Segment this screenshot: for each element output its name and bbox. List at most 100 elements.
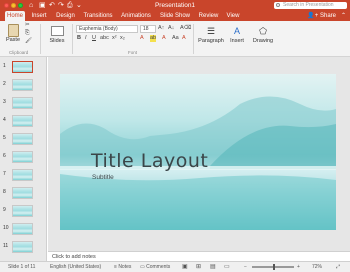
- clipboard-group-label: Clipboard: [9, 50, 29, 55]
- bold-icon[interactable]: B: [77, 35, 81, 42]
- slides-label: Slides: [49, 38, 65, 44]
- slide-thumbnail-1[interactable]: [12, 61, 33, 73]
- zoom-slider-handle[interactable]: [273, 264, 275, 270]
- thumbnail-number: 1: [3, 63, 6, 69]
- cut-icon[interactable]: ✂: [25, 22, 30, 29]
- font-group-label: Font: [128, 50, 138, 55]
- zoom-level[interactable]: 72%: [312, 262, 322, 272]
- clear-formatting-icon[interactable]: A⌫: [180, 25, 191, 32]
- paragraph-button[interactable]: ☰ Paragraph: [197, 24, 225, 44]
- slide-subtitle[interactable]: Subtitle: [92, 174, 114, 181]
- thumbnail-number: 7: [3, 171, 6, 177]
- slide-title[interactable]: Title Layout: [91, 150, 208, 172]
- zoom-out-icon[interactable]: −: [244, 262, 247, 272]
- slide-thumbnails-pane[interactable]: 1 2 3 4 5 6 7 8 9 10 11: [0, 57, 47, 261]
- text-effects-icon[interactable]: A: [140, 35, 144, 42]
- tab-home[interactable]: Home: [5, 11, 25, 21]
- ribbon-separator: [193, 24, 194, 54]
- thumbnail-number: 4: [3, 117, 6, 123]
- search-input[interactable]: Search in Presentation: [274, 2, 347, 9]
- slide-thumbnail-5[interactable]: [12, 133, 33, 145]
- font-name-select[interactable]: Euphemia (Body): [76, 25, 138, 33]
- language-status[interactable]: English (United States): [50, 262, 101, 272]
- highlight-icon[interactable]: ab: [150, 35, 157, 42]
- subscript-icon[interactable]: x₂: [120, 35, 125, 42]
- new-slide-button[interactable]: Slides: [46, 24, 68, 44]
- insert-button[interactable]: A Insert: [228, 24, 246, 44]
- tab-design[interactable]: Design: [54, 11, 77, 21]
- thumbnail-number: 10: [3, 225, 9, 231]
- slide-thumbnail-3[interactable]: [12, 97, 33, 109]
- strikethrough-icon[interactable]: abc: [100, 35, 109, 42]
- notes-button[interactable]: ≡ Notes: [114, 262, 131, 272]
- zoom-in-icon[interactable]: +: [297, 262, 300, 272]
- font-color-red-icon[interactable]: A: [182, 35, 186, 42]
- status-bar: Slide 1 of 11 English (United States) ≡ …: [0, 261, 350, 272]
- paragraph-label: Paragraph: [198, 38, 224, 44]
- ribbon-separator: [40, 24, 41, 54]
- share-button[interactable]: 👤+ Share: [307, 11, 336, 21]
- thumbnail-number: 8: [3, 189, 6, 195]
- thumbnail-number: 2: [3, 81, 6, 87]
- superscript-icon[interactable]: x²: [112, 35, 117, 42]
- slideshow-view-icon[interactable]: ▭: [224, 262, 230, 272]
- slide-thumbnail-9[interactable]: [12, 205, 33, 217]
- thumbnail-number: 5: [3, 135, 6, 141]
- slide-thumbnail-7[interactable]: [12, 169, 33, 181]
- slide-thumbnail-10[interactable]: [12, 223, 33, 235]
- tab-transitions[interactable]: Transitions: [81, 11, 115, 21]
- share-icon: 👤+: [307, 13, 320, 19]
- drawing-button[interactable]: ⬠ Drawing: [251, 24, 275, 44]
- paste-button[interactable]: Paste: [5, 24, 21, 43]
- format-painter-icon[interactable]: 🖌: [25, 38, 32, 45]
- insert-icon: A: [233, 26, 240, 36]
- new-slide-icon: [50, 26, 64, 36]
- paste-label: Paste: [5, 37, 21, 43]
- collapse-ribbon-icon[interactable]: ⌃: [341, 11, 346, 21]
- grow-font-icon[interactable]: A↑: [158, 25, 164, 32]
- paste-icon: [7, 24, 19, 37]
- thumbnail-number: 6: [3, 153, 6, 159]
- notes-pane[interactable]: Click to add notes: [48, 251, 350, 261]
- share-label: Share: [319, 13, 336, 19]
- tab-slide-show[interactable]: Slide Show: [157, 11, 193, 21]
- slide-thumbnail-8[interactable]: [12, 187, 33, 199]
- slide-thumbnail-11[interactable]: [12, 241, 33, 253]
- ribbon-separator: [72, 24, 73, 54]
- thumbnail-number: 9: [3, 207, 6, 213]
- slide-sorter-icon[interactable]: ⊞: [196, 262, 201, 272]
- font-size-select[interactable]: 18: [140, 25, 156, 33]
- thumbnail-number: 3: [3, 99, 6, 105]
- title-bar: ⌂ ▣ ↶ ↷ ⎙ ⌄ Presentation1 Search in Pres…: [0, 0, 350, 11]
- thumbnail-number: 11: [3, 243, 9, 249]
- ribbon: Paste ✂ ⎘ 🖌 Clipboard Slides Euphemia (B…: [0, 21, 350, 57]
- tab-view[interactable]: View: [224, 11, 242, 21]
- italic-icon[interactable]: I: [85, 35, 87, 42]
- change-case-icon[interactable]: Aa: [172, 35, 179, 42]
- search-placeholder: Search in Presentation: [283, 2, 334, 8]
- slide-thumbnail-2[interactable]: [12, 79, 33, 91]
- normal-view-icon[interactable]: ▣: [182, 262, 188, 272]
- underline-icon[interactable]: U: [92, 35, 96, 42]
- slide-1[interactable]: Title Layout Subtitle: [60, 74, 336, 230]
- tab-insert[interactable]: Insert: [29, 11, 49, 21]
- slide-canvas: Title Layout Subtitle: [48, 57, 350, 251]
- copy-icon[interactable]: ⎘: [25, 30, 29, 37]
- reading-view-icon[interactable]: ▤: [210, 262, 216, 272]
- notes-label: Notes: [118, 264, 132, 270]
- slide-thumbnail-6[interactable]: [12, 151, 33, 163]
- paragraph-icon: ☰: [206, 26, 216, 36]
- font-color-icon[interactable]: A: [162, 35, 166, 42]
- slide-thumbnail-4[interactable]: [12, 115, 33, 127]
- search-icon: [276, 3, 280, 7]
- comments-button[interactable]: ▭ Comments: [140, 262, 170, 272]
- tab-review[interactable]: Review: [197, 11, 220, 21]
- insert-label: Insert: [230, 38, 244, 44]
- comments-label: Comments: [146, 264, 171, 270]
- drawing-icon: ⬠: [259, 26, 267, 36]
- fit-to-window-icon[interactable]: ⤢: [336, 262, 340, 272]
- slide-count: Slide 1 of 11: [8, 264, 36, 270]
- drawing-label: Drawing: [252, 38, 274, 44]
- tab-animations[interactable]: Animations: [119, 11, 153, 21]
- shrink-font-icon[interactable]: A↓: [168, 25, 174, 32]
